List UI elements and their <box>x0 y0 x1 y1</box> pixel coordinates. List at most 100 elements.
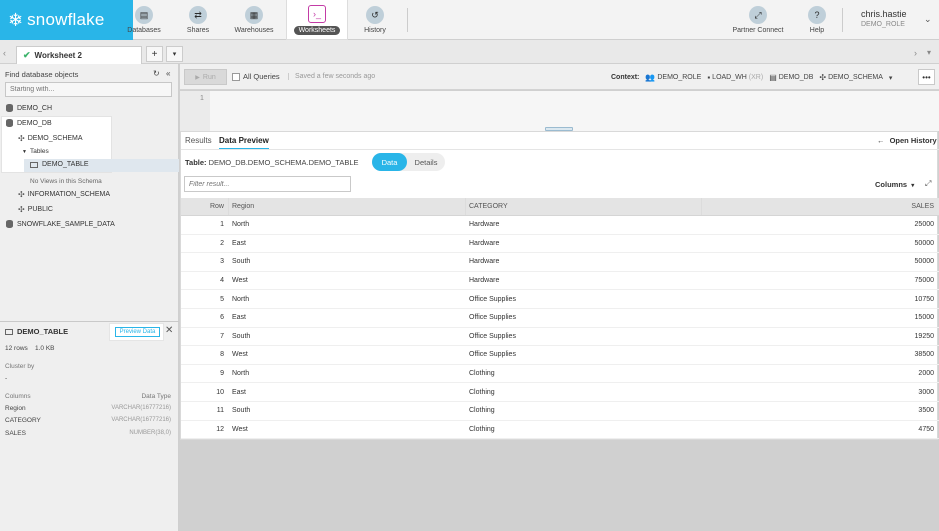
cell-region: North <box>232 221 250 229</box>
refresh-icon[interactable]: ↻ <box>153 69 160 78</box>
cell-sales: 2000 <box>918 370 934 378</box>
results-panel: Results Data Preview ← Open History Tabl… <box>180 131 939 440</box>
tree-label: DEMO_DB <box>17 119 52 127</box>
checkbox[interactable] <box>232 72 240 81</box>
tree-db-demo-db[interactable]: DEMO_DB <box>6 119 52 127</box>
nav-worksheets-label: Worksheets <box>293 25 341 35</box>
snowflake-logo[interactable]: ❄ snowflake <box>0 0 133 40</box>
table-row[interactable]: 2 East Hardware 50000 <box>181 235 939 254</box>
user-menu[interactable]: chris.hastie DEMO_ROLE <box>861 9 907 28</box>
header-row[interactable]: Row <box>181 198 224 215</box>
table-row[interactable]: 6 East Office Supplies 15000 <box>181 309 939 328</box>
cell-region: East <box>232 239 247 247</box>
toggle-details[interactable]: Details <box>407 153 445 171</box>
tab-results[interactable]: Results <box>185 136 212 145</box>
chevron-down-icon[interactable]: ⌄ <box>924 14 932 25</box>
nav-partner-connect[interactable]: ⤢ Partner Connect <box>729 0 787 40</box>
tree-label: DEMO_SCHEMA <box>27 135 83 142</box>
details-table-name: DEMO_TABLE <box>17 327 69 336</box>
sql-editor[interactable]: 1 <box>180 91 939 131</box>
filter-result-input[interactable] <box>184 176 351 192</box>
context-database[interactable]: ▤ DEMO_DB <box>769 73 813 82</box>
header-region[interactable]: Region <box>232 198 254 215</box>
worksheet-tab[interactable]: ✔ Worksheet 2 <box>16 46 142 64</box>
context-schema[interactable]: ✣ DEMO_SCHEMA <box>819 73 883 82</box>
table-row[interactable]: 11 South Clothing 3500 <box>181 402 939 421</box>
collapse-icon[interactable]: « <box>166 69 170 78</box>
table-row[interactable]: 10 East Clothing 3000 <box>181 383 939 402</box>
object-browser: Find database objects ↻ « DEMO_CH DEMO_D… <box>0 64 179 531</box>
table-row[interactable]: 5 North Office Supplies 10750 <box>181 290 939 309</box>
database-icon: ▤ <box>135 6 153 24</box>
cell-sales: 38500 <box>914 351 934 359</box>
tree-db-demo-ch[interactable]: DEMO_CH <box>6 104 52 112</box>
tree-schema-demo-schema[interactable]: ✣ DEMO_SCHEMA <box>18 134 83 143</box>
context-warehouse[interactable]: ▪ LOAD_WH (XR) <box>707 73 763 82</box>
cell-region: West <box>232 425 248 433</box>
run-button[interactable]: ▶ Run <box>184 69 227 85</box>
database-icon: ▤ <box>769 73 777 82</box>
cell-row: 4 <box>220 277 224 285</box>
close-icon[interactable]: ✕ <box>165 325 173 336</box>
table-row[interactable]: 7 South Office Supplies 19250 <box>181 328 939 347</box>
scroll-right-icon[interactable]: › <box>914 48 917 58</box>
sidebar-divider <box>0 321 179 322</box>
chevron-down-icon[interactable]: ▾ <box>889 74 893 82</box>
cluster-by-label: Cluster by <box>5 363 35 370</box>
more-options-button[interactable]: ••• <box>918 69 935 85</box>
cell-region: South <box>232 258 251 266</box>
tree-table-demo-table[interactable]: DEMO_TABLE <box>30 161 89 168</box>
columns-button[interactable]: Columns ▾ <box>875 180 914 189</box>
nav-databases[interactable]: ▤ Databases <box>124 0 164 40</box>
context-label: Context: <box>611 74 640 81</box>
context-role[interactable]: 👥 DEMO_ROLE <box>645 73 701 82</box>
header-sales[interactable]: SALES <box>911 198 934 215</box>
worksheet-menu-button[interactable]: ▾ <box>166 46 183 62</box>
table-row[interactable]: 9 North Clothing 2000 <box>181 365 939 384</box>
tree-db-sample-data[interactable]: SNOWFLAKE_SAMPLE_DATA <box>6 220 115 228</box>
tree-folder-tables[interactable]: ▼ Tables <box>22 148 49 155</box>
add-worksheet-button[interactable]: + <box>146 46 163 62</box>
cell-region: North <box>232 295 250 303</box>
details-title: DEMO_TABLE <box>5 327 68 336</box>
scroll-left-icon[interactable]: ‹ <box>3 48 6 58</box>
tree-label: PUBLIC <box>27 206 53 213</box>
tree-label: Tables <box>29 148 49 155</box>
open-history-button[interactable]: ← Open History <box>877 136 937 145</box>
column-type: NUMBER(38,0) <box>129 430 171 436</box>
cell-category: Office Supplies <box>469 351 516 359</box>
database-icon <box>6 119 13 127</box>
table-row[interactable]: 8 West Office Supplies 38500 <box>181 346 939 365</box>
header-category[interactable]: CATEGORY <box>469 198 508 215</box>
all-queries-checkbox[interactable]: All Queries <box>232 72 280 81</box>
nav-divider-right <box>842 8 843 32</box>
check-icon: ✔ <box>23 50 31 60</box>
database-icon <box>6 104 13 112</box>
nav-shares[interactable]: ⇄ Shares <box>179 0 217 40</box>
nav-history[interactable]: ↺ History <box>358 0 392 40</box>
data-details-toggle: Data Details <box>372 153 445 171</box>
table-row[interactable]: 1 North Hardware 25000 <box>181 216 939 235</box>
tree-schema-information-schema[interactable]: ✣ INFORMATION_SCHEMA <box>18 190 110 199</box>
nav-help[interactable]: ? Help <box>804 0 830 40</box>
toggle-data[interactable]: Data <box>372 153 407 171</box>
preview-data-button[interactable]: Preview Data <box>115 327 160 337</box>
tab-divider <box>181 149 939 150</box>
table-row[interactable]: 3 South Hardware 50000 <box>181 253 939 272</box>
nav-warehouses-label: Warehouses <box>234 27 274 34</box>
user-role: DEMO_ROLE <box>861 21 905 28</box>
context-selector[interactable]: Context: 👥 DEMO_ROLE ▪ LOAD_WH (XR) ▤ DE… <box>611 73 892 82</box>
table-row[interactable]: 4 West Hardware 75000 <box>181 272 939 291</box>
tab-list-icon[interactable]: ▾ <box>927 48 931 57</box>
table-row[interactable]: 12 West Clothing 4750 <box>181 421 939 440</box>
cell-sales: 4750 <box>918 425 934 433</box>
expand-icon[interactable]: ⤢ <box>925 179 931 189</box>
nav-warehouses[interactable]: ▦ Warehouses <box>229 0 279 40</box>
cell-row: 5 <box>220 295 224 303</box>
tree-schema-public[interactable]: ✣ PUBLIC <box>18 205 53 214</box>
cell-row: 3 <box>220 258 224 266</box>
nav-worksheets[interactable]: ›_ Worksheets <box>286 0 348 40</box>
object-search-input[interactable] <box>5 82 172 97</box>
schema-icon: ✣ <box>18 134 25 143</box>
tab-data-preview[interactable]: Data Preview <box>219 136 269 150</box>
